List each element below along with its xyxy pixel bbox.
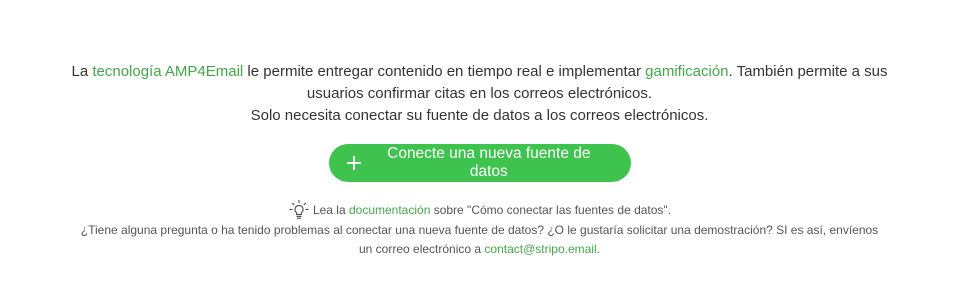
amp-data-source-panel: La tecnología AMP4Email le permite entre… bbox=[0, 0, 959, 291]
email-line: un correo electrónico a contact@stripo.e… bbox=[0, 240, 959, 259]
help-text-segment: . bbox=[596, 242, 600, 256]
help-text-segment: Lea la bbox=[312, 202, 349, 217]
help-section: Lea la documentación sobre "Cómo conecta… bbox=[0, 199, 959, 259]
intro-text-segment: La bbox=[71, 63, 93, 80]
gamification-link[interactable]: gamificación bbox=[645, 63, 728, 80]
intro-text-segment: le permite entregar contenido en tiempo … bbox=[243, 63, 646, 80]
intro-line-3: Solo necesita conectar su fuente de dato… bbox=[250, 107, 709, 124]
intro-line-2: usuarios confirmar citas en los correos … bbox=[306, 85, 653, 102]
contact-email-link[interactable]: contact@stripo.email bbox=[484, 242, 596, 256]
question-line: ¿Tiene alguna pregunta o ha tenido probl… bbox=[80, 223, 879, 237]
intro-text: La tecnología AMP4Email le permite entre… bbox=[0, 61, 959, 127]
help-text-segment: sobre "Cómo conectar las fuentes de dato… bbox=[430, 202, 672, 217]
connect-data-source-button[interactable]: Conecte una nueva fuente de datos bbox=[328, 144, 631, 182]
help-text-segment: un correo electrónico a bbox=[359, 242, 485, 256]
intro-line-1: La tecnología AMP4Email le permite entre… bbox=[0, 61, 959, 83]
intro-text-segment: . También permite a sus bbox=[728, 63, 888, 80]
documentation-link[interactable]: documentación bbox=[349, 203, 430, 217]
lightbulb-icon bbox=[289, 199, 309, 219]
amp4email-technology-link[interactable]: tecnología AMP4Email bbox=[92, 63, 243, 80]
cta-row: Conecte una nueva fuente de datos bbox=[0, 144, 959, 182]
plus-icon bbox=[346, 156, 361, 170]
connect-data-source-label: Conecte una nueva fuente de datos bbox=[387, 145, 591, 180]
documentation-hint: Lea la documentación sobre "Cómo conecta… bbox=[0, 199, 959, 221]
